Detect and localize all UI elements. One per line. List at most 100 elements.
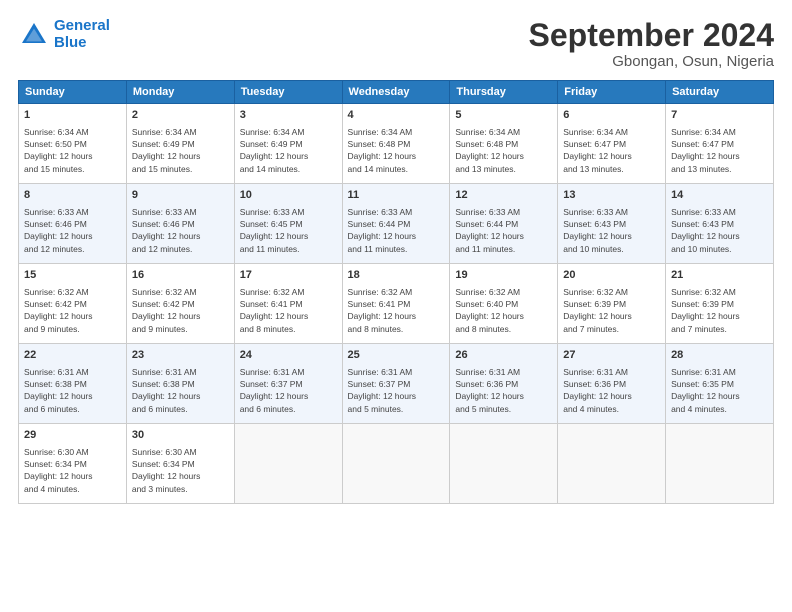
day-detail: Sunrise: 6:32 AMSunset: 6:41 PMDaylight:… xyxy=(240,286,337,335)
day-detail: Sunrise: 6:32 AMSunset: 6:39 PMDaylight:… xyxy=(563,286,660,335)
table-row: 15Sunrise: 6:32 AMSunset: 6:42 PMDayligh… xyxy=(19,264,127,344)
day-number: 19 xyxy=(455,268,552,283)
calendar-header-row: Sunday Monday Tuesday Wednesday Thursday… xyxy=(19,81,774,104)
table-row: 22 Sunrise: 6:31 AMSunset: 6:38 PMDayligh… xyxy=(19,344,127,424)
day-detail: Sunrise: 6:30 AMSunset: 6:34 PMDaylight:… xyxy=(132,446,229,495)
logo-general: General xyxy=(54,17,110,34)
col-tuesday: Tuesday xyxy=(234,81,342,104)
table-row: 27 Sunrise: 6:31 AMSunset: 6:36 PMDayligh… xyxy=(558,344,666,424)
table-row: 21 Sunrise: 6:32 AMSunset: 6:39 PMDayligh… xyxy=(666,264,774,344)
title-block: September 2024 Gbongan, Osun, Nigeria xyxy=(529,18,774,70)
day-detail: Sunrise: 6:34 AMSunset: 6:49 PMDaylight:… xyxy=(132,126,229,175)
calendar-week-row: 22 Sunrise: 6:31 AMSunset: 6:38 PMDayligh… xyxy=(19,344,774,424)
day-detail: Sunrise: 6:34 AMSunset: 6:50 PMDaylight:… xyxy=(24,126,121,175)
day-detail: Sunrise: 6:31 AMSunset: 6:36 PMDaylight:… xyxy=(563,366,660,415)
col-sunday: Sunday xyxy=(19,81,127,104)
day-number: 8 xyxy=(24,188,121,203)
location: Gbongan, Osun, Nigeria xyxy=(529,53,774,70)
logo-text: General Blue xyxy=(54,18,110,51)
table-row: 30 Sunrise: 6:30 AMSunset: 6:34 PMDayligh… xyxy=(126,424,234,504)
logo-icon xyxy=(18,19,50,51)
day-number: 6 xyxy=(563,108,660,123)
table-row: 1Sunrise: 6:34 AMSunset: 6:50 PMDaylight… xyxy=(19,104,127,184)
day-detail: Sunrise: 6:32 AMSunset: 6:42 PMDaylight:… xyxy=(132,286,229,335)
day-detail: Sunrise: 6:30 AMSunset: 6:34 PMDaylight:… xyxy=(24,446,121,495)
calendar-week-row: 15Sunrise: 6:32 AMSunset: 6:42 PMDayligh… xyxy=(19,264,774,344)
table-row xyxy=(342,424,450,504)
table-row: 18 Sunrise: 6:32 AMSunset: 6:41 PMDayligh… xyxy=(342,264,450,344)
table-row: 10Sunrise: 6:33 AMSunset: 6:45 PMDayligh… xyxy=(234,184,342,264)
col-monday: Monday xyxy=(126,81,234,104)
table-row: 23 Sunrise: 6:31 AMSunset: 6:38 PMDayligh… xyxy=(126,344,234,424)
day-detail: Sunrise: 6:34 AMSunset: 6:48 PMDaylight:… xyxy=(348,126,445,175)
col-wednesday: Wednesday xyxy=(342,81,450,104)
col-saturday: Saturday xyxy=(666,81,774,104)
logo: General Blue xyxy=(18,18,110,51)
table-row: 9Sunrise: 6:33 AMSunset: 6:46 PMDaylight… xyxy=(126,184,234,264)
day-number: 3 xyxy=(240,108,337,123)
day-detail: Sunrise: 6:32 AMSunset: 6:41 PMDaylight:… xyxy=(348,286,445,335)
table-row: 26 Sunrise: 6:31 AMSunset: 6:36 PMDayligh… xyxy=(450,344,558,424)
calendar: Sunday Monday Tuesday Wednesday Thursday… xyxy=(18,80,774,504)
day-number: 22 xyxy=(24,348,121,363)
calendar-week-row: 29 Sunrise: 6:30 AMSunset: 6:34 PMDayligh… xyxy=(19,424,774,504)
day-detail: Sunrise: 6:33 AMSunset: 6:43 PMDaylight:… xyxy=(671,206,768,255)
table-row xyxy=(450,424,558,504)
day-number: 24 xyxy=(240,348,337,363)
day-detail: Sunrise: 6:32 AMSunset: 6:40 PMDaylight:… xyxy=(455,286,552,335)
day-detail: Sunrise: 6:34 AMSunset: 6:47 PMDaylight:… xyxy=(671,126,768,175)
table-row: 6 Sunrise: 6:34 AMSunset: 6:47 PMDaylight… xyxy=(558,104,666,184)
day-detail: Sunrise: 6:31 AMSunset: 6:38 PMDaylight:… xyxy=(132,366,229,415)
col-thursday: Thursday xyxy=(450,81,558,104)
day-detail: Sunrise: 6:31 AMSunset: 6:37 PMDaylight:… xyxy=(240,366,337,415)
day-number: 14 xyxy=(671,188,768,203)
table-row: 13 Sunrise: 6:33 AMSunset: 6:43 PMDayligh… xyxy=(558,184,666,264)
table-row: 24 Sunrise: 6:31 AMSunset: 6:37 PMDayligh… xyxy=(234,344,342,424)
day-detail: Sunrise: 6:34 AMSunset: 6:49 PMDaylight:… xyxy=(240,126,337,175)
day-detail: Sunrise: 6:33 AMSunset: 6:44 PMDaylight:… xyxy=(348,206,445,255)
day-detail: Sunrise: 6:33 AMSunset: 6:44 PMDaylight:… xyxy=(455,206,552,255)
table-row xyxy=(234,424,342,504)
table-row: 29 Sunrise: 6:30 AMSunset: 6:34 PMDayligh… xyxy=(19,424,127,504)
day-number: 2 xyxy=(132,108,229,123)
day-number: 5 xyxy=(455,108,552,123)
day-detail: Sunrise: 6:33 AMSunset: 6:43 PMDaylight:… xyxy=(563,206,660,255)
col-friday: Friday xyxy=(558,81,666,104)
day-number: 7 xyxy=(671,108,768,123)
header: General Blue September 2024 Gbongan, Osu… xyxy=(18,18,774,70)
day-detail: Sunrise: 6:31 AMSunset: 6:38 PMDaylight:… xyxy=(24,366,121,415)
table-row: 19 Sunrise: 6:32 AMSunset: 6:40 PMDayligh… xyxy=(450,264,558,344)
day-detail: Sunrise: 6:32 AMSunset: 6:42 PMDaylight:… xyxy=(24,286,121,335)
month-title: September 2024 xyxy=(529,18,774,53)
day-number: 20 xyxy=(563,268,660,283)
day-detail: Sunrise: 6:34 AMSunset: 6:48 PMDaylight:… xyxy=(455,126,552,175)
day-number: 26 xyxy=(455,348,552,363)
logo-blue: Blue xyxy=(54,34,87,51)
day-number: 16 xyxy=(132,268,229,283)
day-number: 23 xyxy=(132,348,229,363)
day-number: 13 xyxy=(563,188,660,203)
day-number: 30 xyxy=(132,428,229,443)
calendar-week-row: 8 Sunrise: 6:33 AMSunset: 6:46 PMDaylight… xyxy=(19,184,774,264)
day-number: 11 xyxy=(348,188,445,203)
day-detail: Sunrise: 6:31 AMSunset: 6:36 PMDaylight:… xyxy=(455,366,552,415)
day-detail: Sunrise: 6:33 AMSunset: 6:46 PMDaylight:… xyxy=(24,206,121,255)
day-number: 21 xyxy=(671,268,768,283)
day-number: 27 xyxy=(563,348,660,363)
day-number: 18 xyxy=(348,268,445,283)
day-detail: Sunrise: 6:32 AMSunset: 6:39 PMDaylight:… xyxy=(671,286,768,335)
day-detail: Sunrise: 6:31 AMSunset: 6:35 PMDaylight:… xyxy=(671,366,768,415)
table-row: 11 Sunrise: 6:33 AMSunset: 6:44 PMDayligh… xyxy=(342,184,450,264)
page: General Blue September 2024 Gbongan, Osu… xyxy=(0,0,792,612)
day-number: 28 xyxy=(671,348,768,363)
day-detail: Sunrise: 6:33 AMSunset: 6:45 PMDaylight:… xyxy=(240,206,337,255)
table-row: 28 Sunrise: 6:31 AMSunset: 6:35 PMDayligh… xyxy=(666,344,774,424)
table-row: 7 Sunrise: 6:34 AMSunset: 6:47 PMDaylight… xyxy=(666,104,774,184)
table-row: 5 Sunrise: 6:34 AMSunset: 6:48 PMDaylight… xyxy=(450,104,558,184)
table-row: 4Sunrise: 6:34 AMSunset: 6:48 PMDaylight… xyxy=(342,104,450,184)
day-detail: Sunrise: 6:34 AMSunset: 6:47 PMDaylight:… xyxy=(563,126,660,175)
table-row xyxy=(666,424,774,504)
table-row: 17Sunrise: 6:32 AMSunset: 6:41 PMDayligh… xyxy=(234,264,342,344)
table-row: 2 Sunrise: 6:34 AMSunset: 6:49 PMDaylight… xyxy=(126,104,234,184)
day-number: 29 xyxy=(24,428,121,443)
